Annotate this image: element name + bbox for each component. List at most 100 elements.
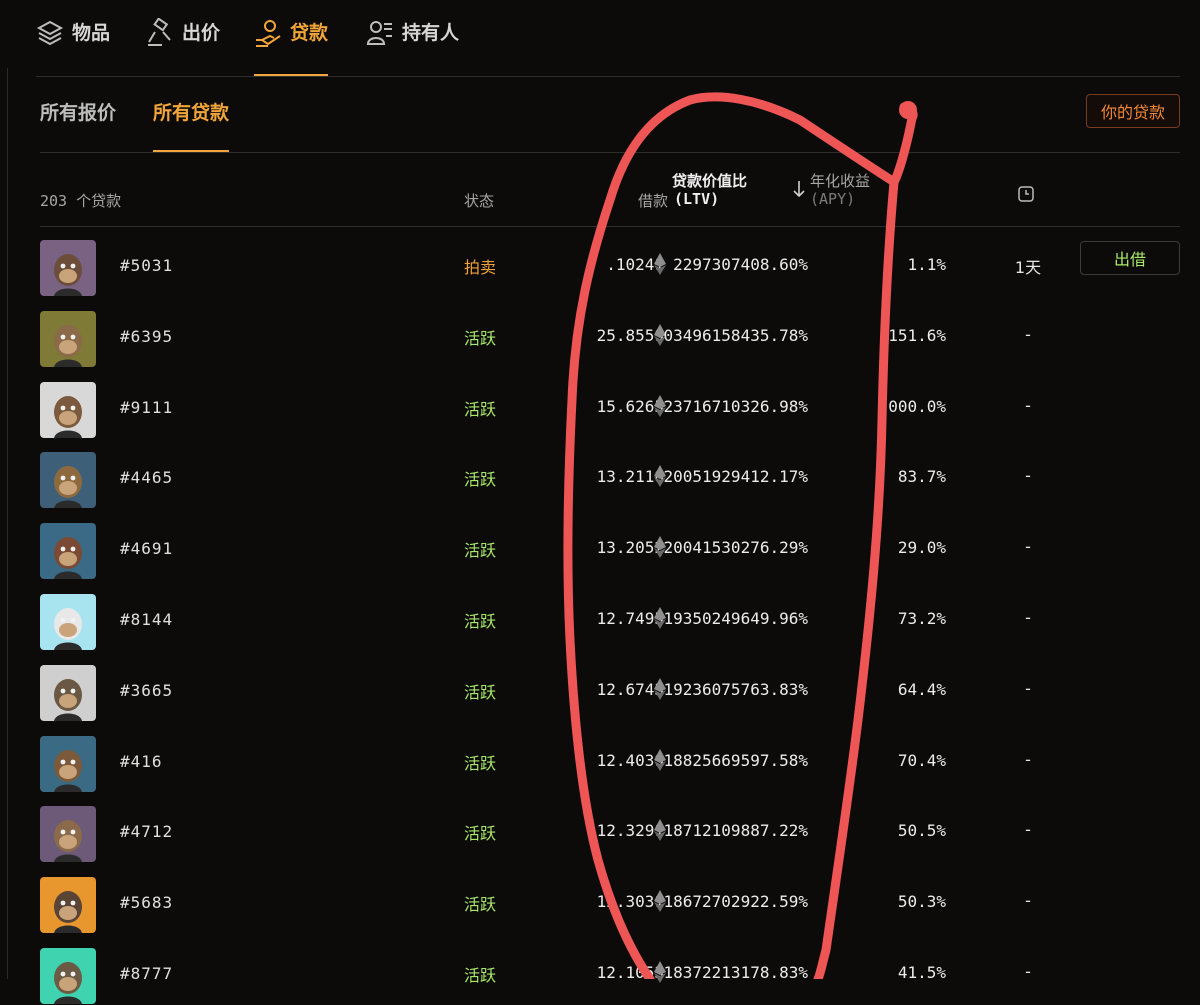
apy-value: 83.7% (897, 467, 946, 487)
table-row[interactable]: #6395 活跃 25.8559 03496158435.78% 151.6% - (40, 297, 1180, 368)
table-row[interactable]: #4712 活跃 12.3291 18712109887.22% 50.5% - (40, 792, 1180, 863)
time-remaining: - (1025, 820, 1031, 840)
tab-items-label: 物品 (72, 22, 111, 44)
token-id[interactable]: #5683 (120, 893, 173, 912)
apy-value: 41.5% (897, 963, 946, 982)
table-row[interactable]: #9111 活跃 15.6265 23716710326.98% 000.0% - (40, 368, 1180, 439)
ltv-header-label[interactable]: 贷款价值比 (672, 170, 747, 191)
token-id[interactable]: #4465 (120, 468, 173, 487)
status-badge: 活跃 (464, 399, 497, 419)
apy-value: 29.0% (897, 538, 946, 558)
tab-holders-label: 持有人 (402, 22, 460, 44)
left-panel-edge (0, 68, 8, 979)
nft-avatar[interactable] (40, 948, 96, 1004)
apy-value: 1.1% (907, 255, 946, 274)
status-badge: 活跃 (464, 753, 497, 773)
nft-avatar[interactable] (40, 664, 96, 721)
nft-avatar[interactable] (40, 240, 96, 296)
nft-avatar[interactable] (40, 523, 96, 580)
tab-items[interactable]: 物品 (36, 18, 110, 76)
table-row[interactable]: #416 活跃 12.4039 18825669597.58% 70.4% - (40, 722, 1180, 793)
status-badge: 活跃 (464, 470, 497, 490)
token-id[interactable]: #8144 (120, 610, 173, 629)
nft-avatar[interactable] (40, 381, 96, 438)
status-badge: 拍卖 (464, 258, 497, 277)
time-remaining: - (1025, 891, 1031, 911)
token-id[interactable]: #416 (120, 752, 163, 771)
table-row[interactable]: #4465 活跃 13.2118 20051929412.17% 83.7% - (40, 438, 1180, 509)
apy-value: 73.2% (897, 609, 946, 628)
ltv-header-unit: (LTV) (674, 190, 720, 208)
table-row[interactable]: #8777 活跃 12.1053 18372213178.83% 41.5% - (40, 934, 1180, 1005)
table-row[interactable]: #5683 活跃 12.3031 18672702922.59% 50.3% - (40, 863, 1180, 934)
loan-hand-icon (254, 18, 282, 48)
status-badge: 活跃 (464, 612, 497, 631)
tab-loans-label: 贷款 (290, 22, 329, 44)
ltv-value: 20041530276.29% (663, 538, 809, 558)
apy-header-label[interactable]: 年化收益 (810, 170, 870, 191)
apy-value: 000.0% (888, 396, 946, 416)
ltv-value: 2297307408.60% (673, 255, 808, 274)
status-header: 状态 (464, 192, 495, 210)
apy-value: 151.6% (888, 325, 946, 345)
status-badge: 活跃 (464, 895, 497, 915)
token-id[interactable]: #6395 (120, 327, 173, 346)
layers-icon (36, 18, 64, 48)
tab-bids[interactable]: 出价 (146, 17, 221, 76)
tab-bids-label: 出价 (182, 22, 221, 44)
ltv-value: 18372213178.83% (663, 963, 809, 982)
top-tab-bar: 物品 出价 贷款 持有人 (36, 0, 1180, 77)
token-id[interactable]: #5031 (120, 256, 173, 275)
status-badge: 活跃 (464, 966, 497, 985)
table-row[interactable]: #4691 活跃 13.2052 20041530276.29% 29.0% - (40, 509, 1180, 580)
sub-tab-bar: 所有报价 所有贷款 你的贷款 (40, 76, 1180, 153)
apy-value: 50.5% (897, 821, 946, 841)
nft-avatar[interactable] (40, 877, 96, 934)
loan-header: 借款 (638, 192, 669, 210)
token-id[interactable]: #8777 (120, 964, 173, 983)
ltv-value: 23716710326.98% (663, 396, 809, 416)
nft-avatar[interactable] (40, 594, 96, 650)
nft-avatar[interactable] (40, 806, 96, 863)
time-remaining: - (1025, 324, 1031, 344)
people-icon (366, 18, 394, 48)
your-loans-button[interactable]: 你的贷款 (1086, 94, 1180, 128)
arrow-down-icon[interactable] (792, 180, 806, 202)
token-id[interactable]: #4712 (120, 822, 173, 841)
table-header: 203 个贷款 状态 借款 贷款价值比 (LTV) 年化收益 (APY) (40, 152, 1180, 227)
apy-value: 64.4% (897, 679, 946, 699)
time-remaining: - (1025, 749, 1031, 769)
tab-all-offers[interactable]: 所有报价 (40, 98, 116, 152)
table-row[interactable]: #8144 活跃 12.7495 19350249649.96% 73.2% - (40, 580, 1180, 651)
table-row[interactable]: #3665 活跃 12.6743 19236075763.83% 64.4% - (40, 651, 1180, 722)
apy-value: 70.4% (897, 750, 946, 770)
apy-header-unit: (APY) (810, 190, 856, 208)
status-badge: 活跃 (464, 682, 497, 702)
ltv-value: 18672702922.59% (663, 892, 809, 912)
table-row[interactable]: #5031 拍卖 .10241 2297307408.60% 1.1% 1天 出借 (40, 226, 1180, 297)
ltv-value: 20051929412.17% (663, 467, 809, 487)
loan-count: 203 个贷款 (40, 192, 122, 210)
ltv-value: 18825669597.58% (663, 750, 809, 770)
time-remaining: - (1025, 537, 1031, 557)
token-id[interactable]: #4691 (120, 539, 173, 558)
nft-avatar[interactable] (40, 735, 96, 792)
gavel-icon (146, 17, 174, 48)
token-id[interactable]: #9111 (120, 398, 173, 417)
time-remaining: - (1025, 608, 1031, 627)
ltv-value: 19236075763.83% (663, 679, 809, 699)
tab-all-loans[interactable]: 所有贷款 (153, 98, 230, 152)
ltv-value: 19350249649.96% (663, 609, 809, 628)
status-badge: 活跃 (464, 328, 497, 348)
tab-holders[interactable]: 持有人 (366, 18, 459, 76)
time-remaining: 1天 (1014, 258, 1042, 277)
ltv-value: 03496158435.78% (663, 325, 809, 345)
token-id[interactable]: #3665 (120, 681, 173, 700)
time-remaining: - (1025, 962, 1031, 981)
nft-avatar[interactable] (40, 310, 96, 367)
nft-avatar[interactable] (40, 452, 96, 509)
apy-value: 50.3% (897, 892, 946, 912)
clock-icon[interactable] (1018, 186, 1034, 206)
tab-loans[interactable]: 贷款 (254, 18, 329, 76)
lend-button[interactable]: 出借 (1080, 241, 1180, 275)
